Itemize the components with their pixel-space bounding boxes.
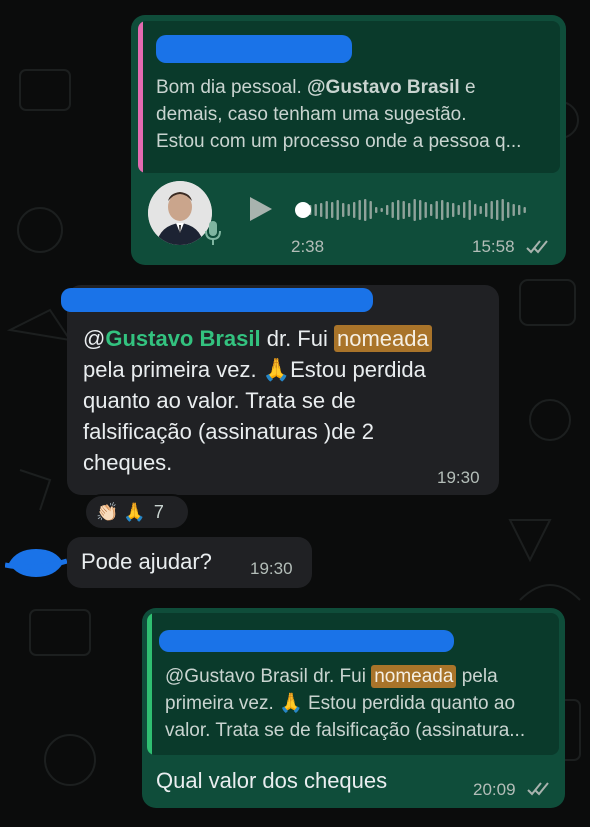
mention: @Gustavo Brasil bbox=[307, 77, 460, 98]
voice-waveform[interactable] bbox=[295, 197, 545, 223]
double-check-icon bbox=[527, 781, 551, 802]
waveform-bar bbox=[386, 205, 389, 215]
message-time: 15:58 bbox=[472, 237, 515, 256]
quote-text: Bom dia pessoal. @Gustavo Brasil e demai… bbox=[156, 77, 522, 152]
waveform-bar bbox=[496, 200, 499, 220]
quoted-message[interactable]: @Gustavo Brasil dr. Fui nomeada pela pri… bbox=[147, 613, 559, 755]
waveform-bar bbox=[463, 202, 466, 218]
play-icon[interactable] bbox=[248, 195, 274, 228]
waveform-bar bbox=[408, 203, 411, 217]
waveform-bar bbox=[314, 204, 317, 216]
waveform-bar bbox=[419, 200, 422, 220]
waveform-bar bbox=[485, 203, 488, 217]
incoming-message[interactable]: @Gustavo Brasil dr. Fui nomeada pela pri… bbox=[61, 285, 499, 495]
waveform-bar bbox=[380, 208, 383, 212]
reaction-count: 7 bbox=[153, 501, 164, 522]
outgoing-voice-message[interactable]: Bom dia pessoal. @Gustavo Brasil e demai… bbox=[131, 15, 566, 265]
waveform-bar bbox=[413, 199, 416, 221]
waveform-bar bbox=[430, 204, 433, 216]
waveform-bar bbox=[424, 202, 427, 218]
waveform-bar bbox=[523, 207, 526, 213]
waveform-bar bbox=[446, 202, 449, 218]
waveform-bar bbox=[331, 202, 334, 218]
message-time: 20:09 bbox=[473, 780, 516, 799]
waveform-bar bbox=[353, 202, 356, 218]
waveform-bar bbox=[452, 203, 455, 217]
waveform-bar bbox=[397, 200, 400, 220]
waveform-bar bbox=[518, 205, 521, 215]
search-highlight: nomeada bbox=[333, 325, 432, 352]
waveform-bar bbox=[441, 200, 444, 220]
waveform-bar bbox=[512, 204, 515, 216]
waveform-bar bbox=[364, 199, 367, 221]
reaction-emojis: 👏🏻 🙏 bbox=[96, 501, 146, 522]
quote-text: @Gustavo Brasil dr. Fui nomeada pela pri… bbox=[165, 665, 526, 741]
waveform-bar bbox=[320, 203, 323, 217]
waveform-bar bbox=[474, 204, 477, 216]
search-highlight: nomeada bbox=[371, 665, 457, 688]
waveform-bar bbox=[336, 200, 339, 220]
waveform-bar bbox=[342, 203, 345, 217]
message-time: 19:30 bbox=[437, 468, 480, 487]
waveform-bar bbox=[347, 204, 350, 216]
waveform-bar bbox=[468, 200, 471, 220]
message-text: Pode ajudar? bbox=[81, 549, 212, 574]
incoming-message[interactable]: Pode ajudar? 19:30 bbox=[67, 537, 312, 588]
voice-duration: 2:38 bbox=[291, 237, 325, 256]
redacted-sender-name bbox=[159, 630, 454, 652]
waveform-bar bbox=[435, 201, 438, 219]
quoted-message[interactable]: Bom dia pessoal. @Gustavo Brasil e demai… bbox=[138, 21, 560, 173]
message-time: 19:30 bbox=[250, 559, 293, 578]
mention[interactable]: Gustavo Brasil bbox=[105, 326, 260, 351]
reactions-pill[interactable]: 👏🏻 🙏 7 bbox=[84, 494, 190, 530]
microphone-icon bbox=[205, 220, 221, 251]
waveform-bar bbox=[402, 201, 405, 219]
waveform-bar bbox=[507, 202, 510, 218]
double-check-icon bbox=[526, 239, 550, 260]
waveform-bar bbox=[501, 199, 504, 221]
waveform-bar bbox=[490, 201, 493, 219]
redacted-sender-name bbox=[61, 288, 373, 312]
mention: @Gustavo Brasil bbox=[165, 666, 308, 687]
sender-avatar-redacted bbox=[4, 545, 68, 586]
waveform-bar bbox=[369, 201, 372, 219]
scrubber-dot[interactable] bbox=[295, 202, 311, 218]
redacted-sender-name bbox=[156, 35, 352, 63]
waveform-bar bbox=[391, 202, 394, 218]
message-text: @Gustavo Brasil dr. Fui nomeada pela pri… bbox=[83, 323, 493, 478]
waveform-bar bbox=[375, 207, 378, 213]
quote-accent-bar bbox=[138, 21, 143, 173]
waveform-bar bbox=[358, 200, 361, 220]
waveform-bar bbox=[457, 205, 460, 215]
waveform-bar bbox=[479, 206, 482, 214]
outgoing-reply-message[interactable]: @Gustavo Brasil dr. Fui nomeada pela pri… bbox=[142, 608, 565, 808]
message-text: Qual valor dos cheques bbox=[156, 768, 388, 793]
waveform-bar bbox=[325, 201, 328, 219]
quote-accent-bar bbox=[147, 613, 152, 755]
avatar[interactable] bbox=[148, 181, 212, 245]
